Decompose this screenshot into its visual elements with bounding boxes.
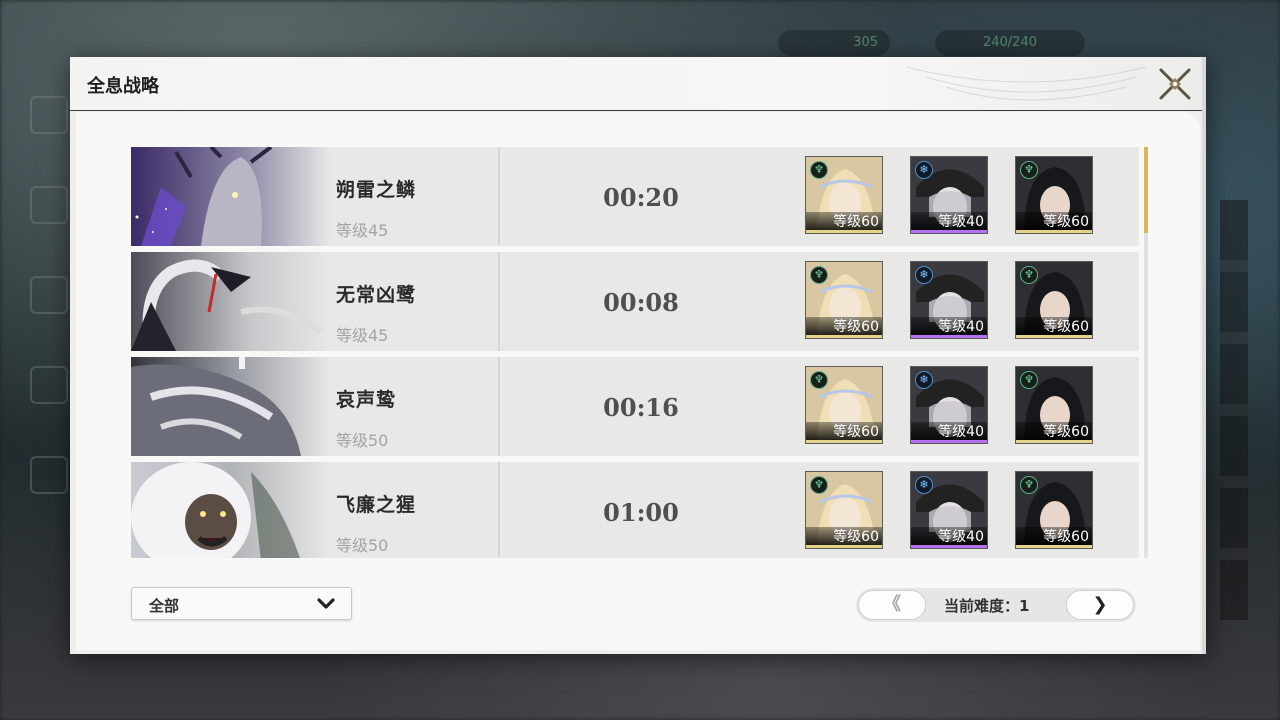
clear-time: 01:00 [603,498,679,527]
team-member-slot[interactable]: ♆ 等级60 [805,156,883,234]
aero-element-icon: ♆ [1020,266,1038,284]
aero-element-icon: ♆ [810,161,828,179]
row-divider [498,252,500,351]
member-level: 等级60 [806,212,882,233]
team-member-slot[interactable]: ❄ 等级40 [910,261,988,339]
team-member-slot[interactable]: ❄ 等级40 [910,156,988,234]
clear-time: 00:20 [603,183,679,212]
close-button[interactable] [1158,67,1192,101]
background-side-icon [30,186,68,224]
boss-level: 等级45 [336,326,389,345]
team-member-slot[interactable]: ❄ 等级40 [910,471,988,549]
member-level: 等级60 [1016,212,1092,233]
current-difficulty-label: 当前难度：1 [944,597,1030,615]
boss-name: 飞廉之猩 [336,494,417,516]
row-divider [498,147,500,246]
currency-chip: 305 [778,30,890,56]
previous-difficulty-button[interactable]: 《 [858,590,926,620]
glacio-element-icon: ❄ [915,476,933,494]
team-member-slot[interactable]: ♆ 等级60 [1015,261,1093,339]
glacio-element-icon: ❄ [915,161,933,179]
record-row[interactable]: 飞廉之猩 等级50 01:00 ♆ 等级60 ❄ 等级40 ♆ 等级60 [131,462,1139,558]
holographic-strategy-modal: 全息战略 朔雷之鳞 等级45 00:20 ♆ 等级60 ❄ 等级40 ♆ 等级6… [70,57,1206,654]
team-member-slot[interactable]: ♆ 等级60 [805,261,883,339]
boss-level: 等级50 [336,536,389,555]
member-level: 等级40 [911,212,987,233]
boss-name: 无常凶鹭 [336,284,417,306]
boss-portrait [131,462,331,558]
modal-header: 全息战略 [70,57,1206,111]
filter-selected-value: 全部 [149,597,180,615]
clear-time: 00:08 [603,288,679,317]
aero-element-icon: ♆ [810,266,828,284]
member-level: 等级60 [806,422,882,443]
background-side-icon [30,276,68,314]
modal-content: 朔雷之鳞 等级45 00:20 ♆ 等级60 ❄ 等级40 ♆ 等级60 无常凶… [76,112,1200,650]
modal-title: 全息战略 [87,76,159,97]
team-member-slot[interactable]: ♆ 等级60 [1015,366,1093,444]
team-member-slot[interactable]: ♆ 等级60 [805,366,883,444]
background-side-icon [30,96,68,134]
chevron-down-icon [317,598,335,609]
scrollbar-thumb[interactable] [1144,147,1148,233]
boss-name: 哀声鸷 [336,389,397,411]
list-scrollbar[interactable] [1144,147,1148,558]
team-lineup: ♆ 等级60 ❄ 等级40 ♆ 等级60 [805,471,1105,551]
boss-portrait [131,252,331,351]
strategy-record-list[interactable]: 朔雷之鳞 等级45 00:20 ♆ 等级60 ❄ 等级40 ♆ 等级60 无常凶… [131,147,1139,558]
member-level: 等级60 [1016,527,1092,548]
team-lineup: ♆ 等级60 ❄ 等级40 ♆ 等级60 [805,156,1105,236]
record-row[interactable]: 无常凶鹭 等级45 00:08 ♆ 等级60 ❄ 等级40 ♆ 等级60 [131,252,1139,351]
close-icon [1159,68,1191,100]
team-member-slot[interactable]: ♆ 等级60 [1015,156,1093,234]
aero-element-icon: ♆ [1020,476,1038,494]
glacio-element-icon: ❄ [915,371,933,389]
team-member-slot[interactable]: ❄ 等级40 [910,366,988,444]
team-lineup: ♆ 等级60 ❄ 等级40 ♆ 等级60 [805,261,1105,341]
difficulty-pager: 《 当前难度：1 ❯ [856,588,1136,622]
clear-time: 00:16 [603,393,679,422]
boss-level: 等级45 [336,221,389,240]
boss-name: 朔雷之鳞 [336,179,417,201]
filter-dropdown[interactable]: 全部 [131,587,352,620]
boss-portrait [131,357,331,456]
background-side-icon [30,456,68,494]
record-row[interactable]: 哀声鸷 等级50 00:16 ♆ 等级60 ❄ 等级40 ♆ 等级60 [131,357,1139,456]
team-member-slot[interactable]: ♆ 等级60 [805,471,883,549]
member-level: 等级40 [911,317,987,338]
member-level: 等级60 [806,527,882,548]
aero-element-icon: ♆ [1020,371,1038,389]
team-member-slot[interactable]: ♆ 等级60 [1015,471,1093,549]
member-level: 等级60 [1016,422,1092,443]
next-difficulty-button[interactable]: ❯ [1066,590,1134,620]
aero-element-icon: ♆ [810,371,828,389]
member-level: 等级60 [1016,317,1092,338]
member-level: 等级40 [911,527,987,548]
glacio-element-icon: ❄ [915,266,933,284]
boss-level: 等级50 [336,431,389,450]
row-divider [498,462,500,558]
member-level: 等级40 [911,422,987,443]
boss-portrait [131,147,331,246]
record-row[interactable]: 朔雷之鳞 等级45 00:20 ♆ 等级60 ❄ 等级40 ♆ 等级60 [131,147,1139,246]
background-hud: 305 240/240 [0,28,1280,58]
aero-element-icon: ♆ [1020,161,1038,179]
stamina-chip: 240/240 [935,30,1085,56]
row-divider [498,357,500,456]
background-right-column [1220,200,1248,620]
member-level: 等级60 [806,317,882,338]
header-decoration [906,66,1146,101]
aero-element-icon: ♆ [810,476,828,494]
team-lineup: ♆ 等级60 ❄ 等级40 ♆ 等级60 [805,366,1105,446]
background-side-icon [30,366,68,404]
